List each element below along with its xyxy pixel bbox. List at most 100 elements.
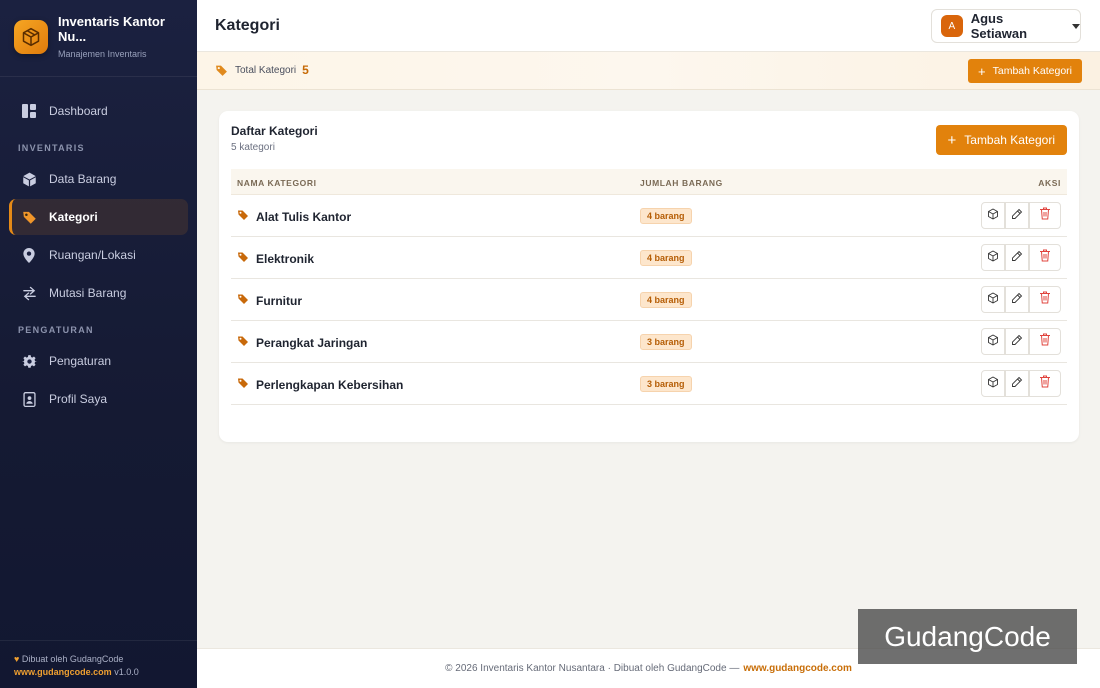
category-name: Perangkat Jaringan [256,335,368,350]
row-actions [981,244,1061,271]
sidebar-item-label: Dashboard [49,104,108,118]
edit-button[interactable] [1005,244,1029,271]
sidebar-item-kategori[interactable]: Kategori [9,199,188,235]
pencil-icon [1011,249,1023,267]
item-count-badge: 3 barang [640,334,692,350]
box-icon [987,291,999,309]
tag-icon [237,209,249,224]
edit-button[interactable] [1005,370,1029,397]
brand[interactable]: Inventaris Kantor Nu... Manajemen Invent… [0,0,197,77]
plus-icon: + [947,131,957,149]
total-kategori-stat: Total Kategori 5 [215,63,309,77]
category-name: Alat Tulis Kantor [256,209,352,224]
button-label: Tambah Kategori [992,65,1072,77]
table-row: Perlengkapan Kebersihan 3 barang [231,363,1067,405]
table-row: Furnitur 4 barang [231,279,1067,321]
category-list-card: Daftar Kategori 5 kategori + Tambah Kate… [219,111,1079,442]
sidebar-item-label: Kategori [49,210,98,224]
category-name: Elektronik [256,251,315,266]
delete-button[interactable] [1029,202,1061,229]
item-count-badge: 4 barang [640,292,692,308]
sidebar-item-profil[interactable]: Profil Saya [9,381,188,417]
stat-label: Total Kategori [235,64,297,76]
sidebar-item-dashboard[interactable]: Dashboard [9,93,188,129]
view-items-button[interactable] [981,328,1005,355]
table-header: NAMA KATEGORI JUMLAH BARANG AKSI [231,169,1067,195]
delete-button[interactable] [1029,286,1061,313]
dashboard-icon [21,103,37,119]
watermark: GudangCode [858,609,1077,664]
nav-section-inventaris: INVENTARIS [18,143,85,153]
pencil-icon [1011,333,1023,351]
avatar: A [941,15,963,37]
user-menu-button[interactable]: A Agus Setiawan [931,9,1081,43]
box-icon [987,375,999,393]
footer-text: © 2026 Inventaris Kantor Nusantara · Dib… [445,663,740,674]
row-actions [981,202,1061,229]
view-items-button[interactable] [981,370,1005,397]
tag-icon [237,335,249,350]
pencil-icon [1011,291,1023,309]
delete-button[interactable] [1029,370,1061,397]
view-items-button[interactable] [981,202,1005,229]
col-header-actions: AKSI [1038,178,1061,188]
card-title: Daftar Kategori [231,124,318,138]
app-title: Inventaris Kantor Nu... [58,14,165,44]
pencil-icon [1011,375,1023,393]
row-actions [981,370,1061,397]
table-row: Elektronik 4 barang [231,237,1067,279]
delete-button[interactable] [1029,328,1061,355]
card-subtitle: 5 kategori [231,142,275,153]
sidebar-item-ruangan[interactable]: Ruangan/Lokasi [9,237,188,273]
nav-section-pengaturan: PENGATURAN [18,325,94,335]
tag-icon [215,64,228,77]
add-category-button[interactable]: + Tambah Kategori [935,125,1067,155]
view-items-button[interactable] [981,244,1005,271]
box-icon [987,249,999,267]
edit-button[interactable] [1005,286,1029,313]
sidebar-item-label: Pengaturan [49,354,112,368]
box-icon [21,171,37,187]
edit-button[interactable] [1005,202,1029,229]
tag-icon [237,377,249,392]
delete-button[interactable] [1029,244,1061,271]
tag-icon [21,209,37,225]
trash-icon [1039,333,1051,351]
view-items-button[interactable] [981,286,1005,313]
trash-icon [1039,207,1051,225]
sidebar-item-pengaturan[interactable]: Pengaturan [9,343,188,379]
chevron-down-icon [1072,23,1080,29]
edit-button[interactable] [1005,328,1029,355]
sidebar-item-data-barang[interactable]: Data Barang [9,161,188,197]
sidebar-item-mutasi[interactable]: Mutasi Barang [9,275,188,311]
map-pin-icon [21,247,37,263]
add-category-button-top[interactable]: + Tambah Kategori [968,59,1082,83]
made-by-text: Dibuat oleh GudangCode [21,654,124,664]
trash-icon [1039,291,1051,309]
box-icon [987,333,999,351]
col-header-count[interactable]: JUMLAH BARANG [640,178,723,188]
table-row: Perangkat Jaringan 3 barang [231,321,1067,363]
trash-icon [1039,375,1051,393]
footer-link[interactable]: www.gudangcode.com [743,663,852,674]
plus-icon: + [978,63,986,79]
tag-icon [237,293,249,308]
pencil-icon [1011,207,1023,225]
sidebar-nav: Dashboard INVENTARIS Data Barang Kategor… [0,77,197,417]
version-text: v1.0.0 [114,667,139,677]
page-title: Kategori [215,17,280,34]
heart-icon: ♥ [14,654,20,664]
sidebar: Inventaris Kantor Nu... Manajemen Invent… [0,0,197,688]
box-icon [987,207,999,225]
gudangcode-link[interactable]: www.gudangcode.com [14,667,112,677]
sidebar-item-label: Ruangan/Lokasi [49,248,136,262]
col-header-name[interactable]: NAMA KATEGORI [237,178,317,188]
sidebar-item-label: Data Barang [49,172,117,186]
sidebar-item-label: Profil Saya [49,392,108,406]
sidebar-item-label: Mutasi Barang [49,286,127,300]
trash-icon [1039,249,1051,267]
category-name: Perlengkapan Kebersihan [256,377,404,392]
tag-icon [237,251,249,266]
stat-bar: Total Kategori 5 + Tambah Kategori [197,52,1100,90]
item-count-badge: 3 barang [640,376,692,392]
